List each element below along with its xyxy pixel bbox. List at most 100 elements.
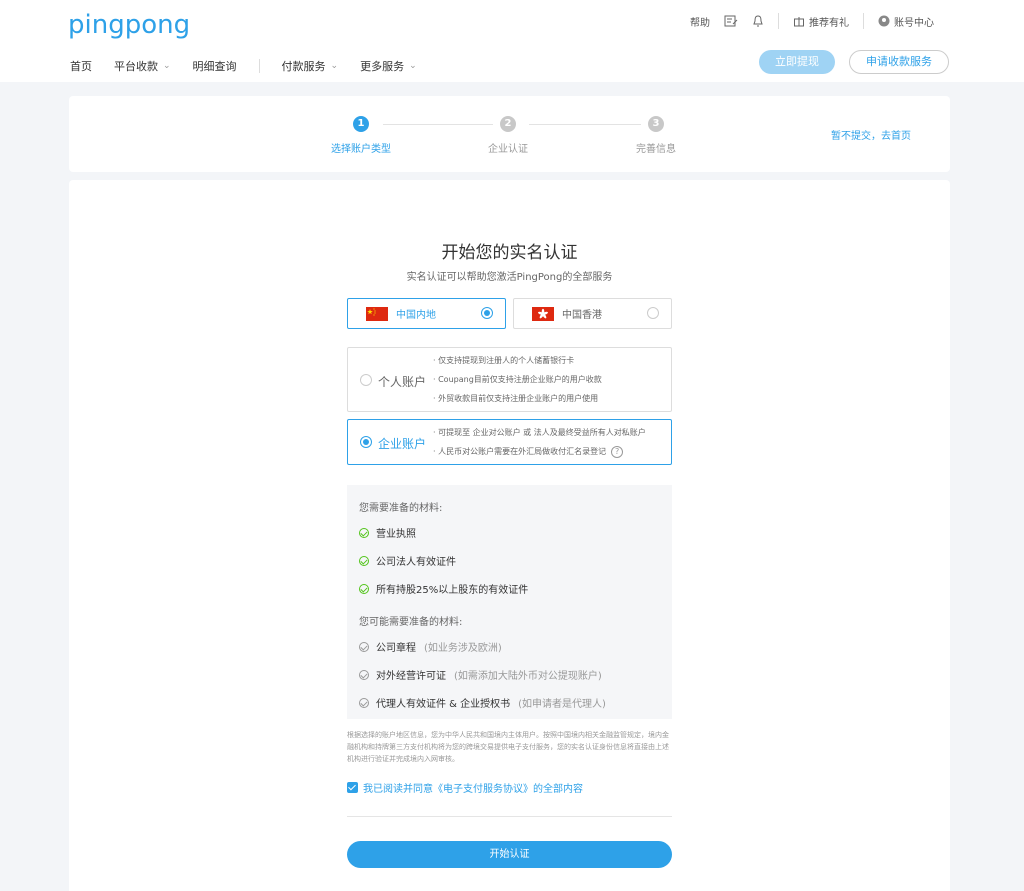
- region-hongkong-option[interactable]: 中国香港: [513, 298, 672, 329]
- step-2: 2 企业认证: [488, 116, 528, 155]
- main-nav: 首页 平台收款 ⌄ 明细查询 付款服务 ⌄ 更多服务 ⌄: [70, 58, 439, 74]
- step-connector: [529, 124, 641, 125]
- page-subtitle: 实名认证可以帮助您激活PingPong的全部服务: [406, 272, 613, 283]
- top-links: 帮助 推荐有礼 账号中心: [672, 12, 934, 30]
- bell-icon[interactable]: [752, 14, 764, 28]
- check-circle-icon: [359, 641, 369, 652]
- region-mainland-option[interactable]: 中国内地: [347, 298, 506, 329]
- step-label: 企业认证: [488, 144, 528, 155]
- item-label: 营业执照: [376, 529, 416, 540]
- verification-card: 开始您的实名认证 实名认证可以帮助您激活PingPong的全部服务 中国内地 中…: [69, 180, 950, 891]
- radio-unselected[interactable]: [647, 307, 659, 319]
- help-link[interactable]: 帮助: [686, 14, 710, 29]
- feedback-icon[interactable]: [724, 15, 738, 27]
- account-note: · Coupang目前仅支持注册企业账户的用户收款: [433, 375, 602, 384]
- chevron-down-icon: ⌄: [409, 61, 417, 71]
- radio-selected[interactable]: [360, 436, 372, 448]
- account-note: · 仅支持提现到注册人的个人储蓄银行卡: [433, 356, 575, 365]
- withdraw-button[interactable]: 立即提现: [759, 50, 835, 74]
- item-note: (如需添加大陆外币对公提现账户): [454, 671, 602, 682]
- user-icon: [878, 15, 890, 27]
- step-1: 1 选择账户类型: [331, 116, 391, 155]
- divider: [778, 13, 779, 29]
- account-center-link[interactable]: 账号中心: [878, 14, 934, 29]
- progress-steps: 1 选择账户类型 2 企业认证 3 完善信息 暂不提交，去首页: [69, 96, 950, 172]
- required-item: 营业执照: [359, 525, 416, 540]
- item-note: (如业务涉及欧洲): [424, 643, 502, 654]
- required-item: 所有持股25%以上股东的有效证件: [359, 581, 528, 596]
- item-label: 公司章程: [376, 643, 416, 654]
- recommend-label: 推荐有礼: [809, 17, 849, 29]
- nav-more-services[interactable]: 更多服务 ⌄: [360, 58, 417, 74]
- item-label: 对外经营许可证: [376, 671, 446, 682]
- step-3: 3 完善信息: [636, 116, 676, 155]
- pingpong-logo[interactable]: pingpong: [68, 10, 190, 40]
- gift-icon: [794, 17, 804, 27]
- item-label: 公司法人有效证件: [376, 557, 456, 568]
- start-verification-button[interactable]: 开始认证: [347, 841, 672, 868]
- account-note: · 人民币对公账户需要在外汇局做收付汇名录登记: [433, 447, 607, 456]
- disclaimer-text: 根据选择的账户地区信息，您为中华人民共和国境内主体用户。按照中国境内相关金融监管…: [347, 731, 669, 763]
- step-number: 1: [353, 116, 369, 132]
- help-circle-icon[interactable]: ?: [611, 445, 624, 458]
- divider: [863, 13, 864, 29]
- chevron-down-icon: ⌄: [163, 61, 171, 71]
- nav-label: 付款服务: [281, 60, 326, 73]
- radio-selected[interactable]: [481, 307, 493, 319]
- account-note: · 外贸收款目前仅支持注册企业账户的用户使用: [433, 394, 599, 403]
- agreement-row: 我已阅读并同意 《电子支付服务协议》 的全部内容: [347, 780, 583, 795]
- nav-label: 明细查询: [192, 60, 237, 73]
- header: pingpong 帮助 推荐有礼 账号中心 首页 平台收款 ⌄ 明细查询 付款服务…: [0, 0, 1024, 82]
- divider: [258, 59, 260, 73]
- agreement-checkbox[interactable]: [347, 782, 358, 793]
- check-circle-icon: [359, 583, 369, 594]
- account-label: 账号中心: [894, 17, 934, 29]
- item-note: (如申请者是代理人): [518, 699, 606, 710]
- radio-unselected[interactable]: [360, 374, 372, 386]
- account-note: · 可提现至 企业对公账户 或 法人及最终受益所有人对私账户: [433, 428, 646, 437]
- check-circle-icon: [359, 555, 369, 566]
- region-label: 中国香港: [562, 310, 602, 321]
- check-circle-icon: [359, 669, 369, 680]
- chevron-down-icon: ⌄: [330, 61, 339, 71]
- recommend-link[interactable]: 推荐有礼: [793, 14, 849, 29]
- agreement-prefix: 我已阅读并同意: [363, 784, 433, 795]
- account-type-label: 个人账户: [378, 375, 427, 389]
- item-label: 所有持股25%以上股东的有效证件: [376, 585, 529, 596]
- step-label: 选择账户类型: [331, 144, 391, 155]
- help-label: 帮助: [690, 17, 710, 29]
- nav-home[interactable]: 首页: [70, 58, 92, 74]
- nav-label: 首页: [70, 60, 92, 73]
- agreement-suffix: 的全部内容: [533, 784, 583, 795]
- account-type-label: 企业账户: [378, 437, 427, 451]
- nav-payment-service[interactable]: 付款服务 ⌄: [282, 58, 339, 74]
- hongkong-flag-icon: [532, 306, 554, 321]
- step-number: 3: [648, 116, 664, 132]
- optional-materials-heading: 您可能需要准备的材料:: [359, 617, 463, 628]
- check-circle-icon: [359, 527, 369, 538]
- step-connector: [383, 124, 493, 125]
- apply-collection-button[interactable]: 申请收款服务: [849, 50, 949, 74]
- optional-item: 代理人有效证件 & 企业授权书 (如申请者是代理人): [359, 695, 606, 710]
- divider: [347, 816, 672, 817]
- item-label: 代理人有效证件 & 企业授权书: [376, 699, 511, 710]
- optional-item: 公司章程 (如业务涉及欧洲): [359, 639, 502, 654]
- check-circle-icon: [359, 697, 369, 708]
- region-label: 中国内地: [396, 310, 436, 321]
- china-flag-icon: [366, 306, 388, 321]
- enterprise-account-option[interactable]: 企业账户 · 可提现至 企业对公账户 或 法人及最终受益所有人对私账户 · 人民…: [347, 419, 672, 465]
- required-item: 公司法人有效证件: [359, 553, 456, 568]
- optional-item: 对外经营许可证 (如需添加大陆外币对公提现账户): [359, 667, 602, 682]
- skip-to-home-link[interactable]: 暂不提交，去首页: [831, 127, 911, 142]
- nav-platform-collection[interactable]: 平台收款 ⌄: [114, 58, 171, 74]
- nav-details[interactable]: 明细查询: [193, 58, 237, 74]
- account-description: · 可提现至 企业对公账户 或 法人及最终受益所有人对私账户 · 人民币对公账户…: [433, 423, 646, 461]
- step-label: 完善信息: [636, 144, 676, 155]
- nav-label: 平台收款: [114, 60, 158, 73]
- step-number: 2: [500, 116, 516, 132]
- nav-label: 更多服务: [360, 60, 405, 73]
- page-title: 开始您的实名认证: [441, 243, 578, 263]
- personal-account-option[interactable]: 个人账户 · 仅支持提现到注册人的个人储蓄银行卡 · Coupang目前仅支持注…: [347, 347, 672, 412]
- agreement-link[interactable]: 《电子支付服务协议》: [433, 780, 533, 795]
- materials-panel: 您需要准备的材料: 营业执照 公司法人有效证件 所有持股25%以上股东的有效证件…: [347, 485, 672, 719]
